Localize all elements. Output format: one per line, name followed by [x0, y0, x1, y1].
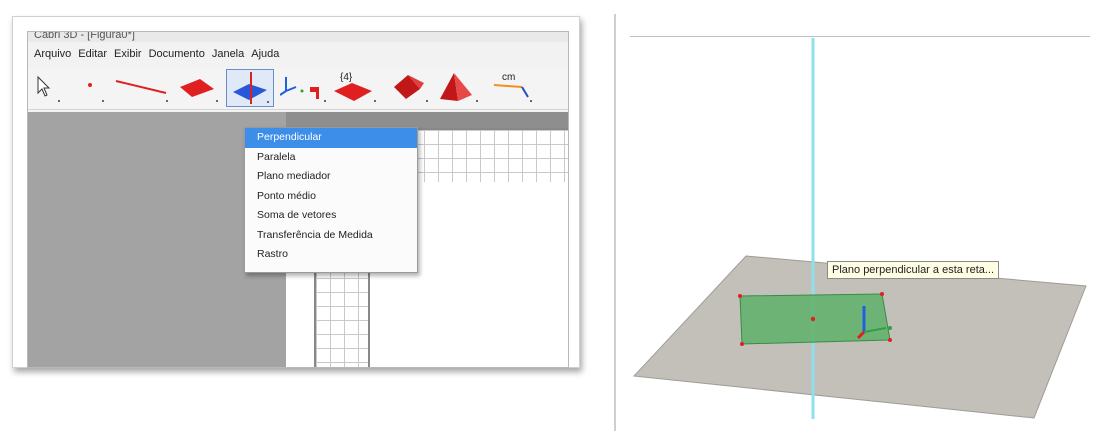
- menu-item-rastro[interactable]: Rastro: [245, 245, 417, 265]
- menu-bar: Arquivo Editar Exibir Documento Janela A…: [28, 48, 568, 64]
- left-screenshot-panel: Cabri 3D - [Figura0*] Arquivo Editar Exi…: [12, 16, 580, 368]
- axes-icon: [280, 77, 326, 102]
- polygon-icon: {4}: [334, 72, 376, 102]
- vertex-point[interactable]: [888, 338, 892, 342]
- grid-top: [396, 128, 568, 182]
- cabri-app-window: Cabri 3D - [Figura0*] Arquivo Editar Exi…: [27, 31, 569, 368]
- vertex-point[interactable]: [738, 294, 742, 298]
- line-tool-button[interactable]: [110, 71, 170, 105]
- menu-documento[interactable]: Documento: [149, 48, 205, 64]
- polyhedron-tool-button[interactable]: [388, 71, 430, 105]
- axes-tool-button[interactable]: [280, 71, 328, 105]
- menu-ajuda[interactable]: Ajuda: [251, 48, 279, 64]
- menu-item-ponto-medio[interactable]: Ponto médio: [245, 187, 417, 207]
- pyramid-tool-button[interactable]: [436, 71, 480, 105]
- menu-editar[interactable]: Editar: [78, 48, 107, 64]
- polygon-tool-button[interactable]: {4}: [330, 71, 378, 105]
- line-icon: [115, 80, 168, 102]
- menu-item-plano-mediador[interactable]: Plano mediador: [245, 167, 417, 187]
- window-title-bar: Cabri 3D - [Figura0*]: [28, 32, 568, 42]
- menu-janela[interactable]: Janela: [212, 48, 244, 64]
- pointer-tool-button[interactable]: [32, 71, 62, 105]
- menu-item-transferencia-de-medida[interactable]: Transferência de Medida: [245, 226, 417, 246]
- pyramid-icon: [440, 73, 478, 102]
- menu-exibir[interactable]: Exibir: [114, 48, 142, 64]
- tooltip: Plano perpendicular a esta reta...: [827, 261, 1000, 279]
- canvas-header-strip: [286, 112, 568, 128]
- pointer-icon: [37, 75, 60, 102]
- vertex-point[interactable]: [740, 342, 744, 346]
- perpendicular-tool-button[interactable]: [226, 69, 274, 107]
- point-icon: [88, 83, 104, 102]
- measure-tool-button[interactable]: cm: [486, 71, 536, 105]
- plane-tool-button[interactable]: [176, 71, 220, 105]
- construction-dropdown-menu: Perpendicular Paralela Plano mediador Po…: [244, 127, 418, 273]
- perpendicular-tool-icon: [233, 72, 269, 104]
- right-screenshot-panel: Plano perpendicular a esta reta...: [614, 14, 1094, 431]
- polyhedron-icon: [394, 75, 428, 102]
- intersection-point[interactable]: [810, 316, 816, 322]
- 3d-view[interactable]: [616, 14, 1094, 431]
- toolbar: {4} cm: [28, 69, 568, 110]
- menu-arquivo[interactable]: Arquivo: [34, 48, 71, 64]
- measure-icon: cm: [493, 72, 532, 102]
- menu-item-soma-de-vetores[interactable]: Soma de vetores: [245, 206, 417, 226]
- plane-icon: [180, 79, 218, 102]
- menu-item-paralela[interactable]: Paralela: [245, 148, 417, 168]
- measure-label: cm: [502, 72, 515, 83]
- polygon-label: {4}: [340, 72, 353, 83]
- point-tool-button[interactable]: [76, 71, 106, 105]
- menu-item-perpendicular[interactable]: Perpendicular: [245, 128, 417, 148]
- vertex-point[interactable]: [880, 292, 884, 296]
- window-title: Cabri 3D - [Figura0*]: [34, 32, 135, 41]
